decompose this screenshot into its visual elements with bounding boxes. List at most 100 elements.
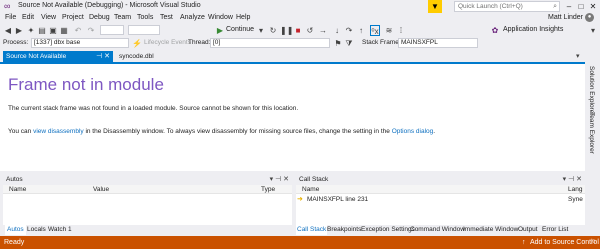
autos-col-type[interactable]: Type [261,185,275,194]
show-next-statement-icon[interactable]: → [318,25,328,36]
tab-output[interactable]: Output [518,225,538,235]
autos-title: Autos [6,176,23,183]
thread-dropdown[interactable]: [0] [210,38,330,48]
source-control-arrow-icon: ↑ [522,239,526,246]
tab-breakpoints[interactable]: Breakpoints [327,225,361,235]
user-name[interactable]: Matt Linder [548,14,583,21]
filter-threads-icon[interactable]: ⧩ [344,38,354,49]
application-insights-button[interactable]: Application Insights [503,26,563,33]
maximize-button[interactable]: □ [576,1,586,12]
call-stack-col-name[interactable]: Name [302,185,319,194]
save-all-icon[interactable]: ▦ [59,25,69,36]
tab-command-window[interactable]: Command Window [410,225,465,235]
forward-icon[interactable]: ▶ [14,25,24,36]
menu-window[interactable]: Window [208,14,233,21]
notifications-icon[interactable]: ⚐ [590,236,596,249]
stop-icon[interactable]: ■ [293,25,303,36]
tab-locals[interactable]: Locals [27,225,46,235]
stack-frame-label: Stack Frame: [362,39,401,46]
disasm-prefix: You can [8,128,34,135]
document-tabs: Source Not Available ⊣ ✕ syncode.dbl ▾ [0,51,585,62]
solution-explorer-tab[interactable]: Solution Explorer [588,66,595,116]
minimize-button[interactable]: – [564,1,574,12]
menu-help[interactable]: Help [236,14,250,21]
continue-dropdown-icon[interactable]: ▾ [256,25,266,36]
continue-icon[interactable]: ▶ [215,25,225,36]
quick-launch-placeholder: Quick Launch (Ctrl+Q) [458,3,523,10]
autos-column-headers: Name Value Type [3,185,292,194]
platform-dropdown[interactable] [128,25,160,35]
application-insights-icon[interactable]: ✿ [490,25,500,36]
autos-window-controls-icon[interactable]: ▾ ⊣ ✕ [270,175,289,185]
threads-icon[interactable]: ≋ [384,25,394,36]
menu-tools[interactable]: Tools [137,14,153,21]
table-row[interactable]: ➜ MAINSXFPL line 231 Syne [296,195,585,204]
hex-display-icon[interactable]: ⁰x [370,25,380,36]
close-button[interactable]: ✕ [588,1,598,12]
continue-button[interactable]: Continue [226,26,254,33]
tab-error-list[interactable]: Error List [542,225,568,235]
tab-source-not-available[interactable]: Source Not Available ⊣ ✕ [3,51,113,62]
tab-label: Source Not Available [6,53,67,60]
break-all-icon[interactable]: ❚❚ [280,25,293,36]
step-out-icon[interactable]: ↑ [356,25,366,36]
filter-icon[interactable]: ▼ [428,0,442,13]
undo-icon[interactable]: ↶ [73,25,83,36]
disasm-suffix: . [433,128,436,135]
call-stack-window-controls-icon[interactable]: ▾ ⊣ ✕ [563,175,582,185]
quick-launch-input[interactable]: Quick Launch (Ctrl+Q) ⌕ [454,1,560,12]
refresh-icon[interactable]: ↻ [268,25,278,36]
autos-col-name[interactable]: Name [9,185,26,194]
title-bar: ∞ Source Not Available (Debugging) - Mic… [0,0,600,13]
current-frame-arrow-icon: ➜ [297,196,303,203]
menu-bar: File Edit View Project Debug Team Tools … [0,13,600,24]
call-stack-panel: Call Stack ▾ ⊣ ✕ Name Lang ➜ MAINSXFPL l… [296,175,585,225]
save-icon[interactable]: ▣ [48,25,58,36]
menu-file[interactable]: File [5,14,16,21]
toolbar-overflow-icon[interactable]: ⁞ [396,25,406,36]
user-avatar-icon[interactable]: ● [585,13,594,22]
flag-icon[interactable]: ⚑ [333,38,343,49]
tab-immediate-window[interactable]: Immediate Window [463,225,518,235]
call-stack-col-lang[interactable]: Lang [568,185,582,194]
view-disassembly-link[interactable]: view disassembly [33,128,84,135]
tab-call-stack[interactable]: Call Stack [296,225,328,235]
options-dialog-link[interactable]: Options dialog [392,128,434,135]
visual-studio-logo-icon: ∞ [4,1,11,11]
add-to-source-control-button[interactable]: Add to Source Control [530,236,599,249]
pin-close-icon[interactable]: ⊣ ✕ [96,51,110,62]
tab-exception-settings[interactable]: Exception Settings [361,225,415,235]
menu-analyze[interactable]: Analyze [180,14,205,21]
autos-col-value[interactable]: Value [93,185,109,194]
search-icon: ⌕ [553,3,557,10]
menu-debug[interactable]: Debug [89,14,110,21]
restart-icon[interactable]: ↺ [305,25,315,36]
menu-test[interactable]: Test [160,14,173,21]
process-dropdown[interactable]: [1337] dbx base [31,38,129,48]
menu-edit[interactable]: Edit [22,14,34,21]
tab-list-dropdown-icon[interactable]: ▾ [576,51,580,62]
step-over-icon[interactable]: ↷ [344,25,354,36]
standard-toolbar: ◀ ▶ ✦ ▤ ▣ ▦ ↶ ↷ ▶ Continue ▾ ↻ ❚❚ ■ ↺ → … [0,24,600,37]
new-project-icon[interactable]: ✦ [26,25,36,36]
call-stack-row-lang: Syne [568,196,583,203]
team-explorer-tab[interactable]: Team Explorer [588,112,595,154]
back-icon[interactable]: ◀ [3,25,13,36]
app-insights-dropdown-icon[interactable]: ▾ [588,25,598,36]
menu-project[interactable]: Project [62,14,84,21]
menu-view[interactable]: View [41,14,56,21]
step-into-icon[interactable]: ↓ [332,25,342,36]
open-file-icon[interactable]: ▤ [37,25,47,36]
tab-autos[interactable]: Autos [5,225,26,235]
menu-team[interactable]: Team [114,14,131,21]
call-stack-bottom-tabs: Call Stack Breakpoints Exception Setting… [296,225,585,235]
redo-icon[interactable]: ↷ [86,25,96,36]
tab-watch-1[interactable]: Watch 1 [48,225,72,235]
lifecycle-events-button[interactable]: Lifecycle Events [144,39,191,46]
window-title: Source Not Available (Debugging) - Micro… [18,2,201,9]
tab-syncode[interactable]: syncode.dbl [116,51,176,62]
status-bar: Ready ↑ Add to Source Control ⚐ [0,236,600,249]
config-dropdown[interactable] [100,25,124,35]
call-stack-header: Call Stack ▾ ⊣ ✕ [296,175,585,185]
stack-frame-dropdown[interactable]: MAINSXFPL [398,38,478,48]
